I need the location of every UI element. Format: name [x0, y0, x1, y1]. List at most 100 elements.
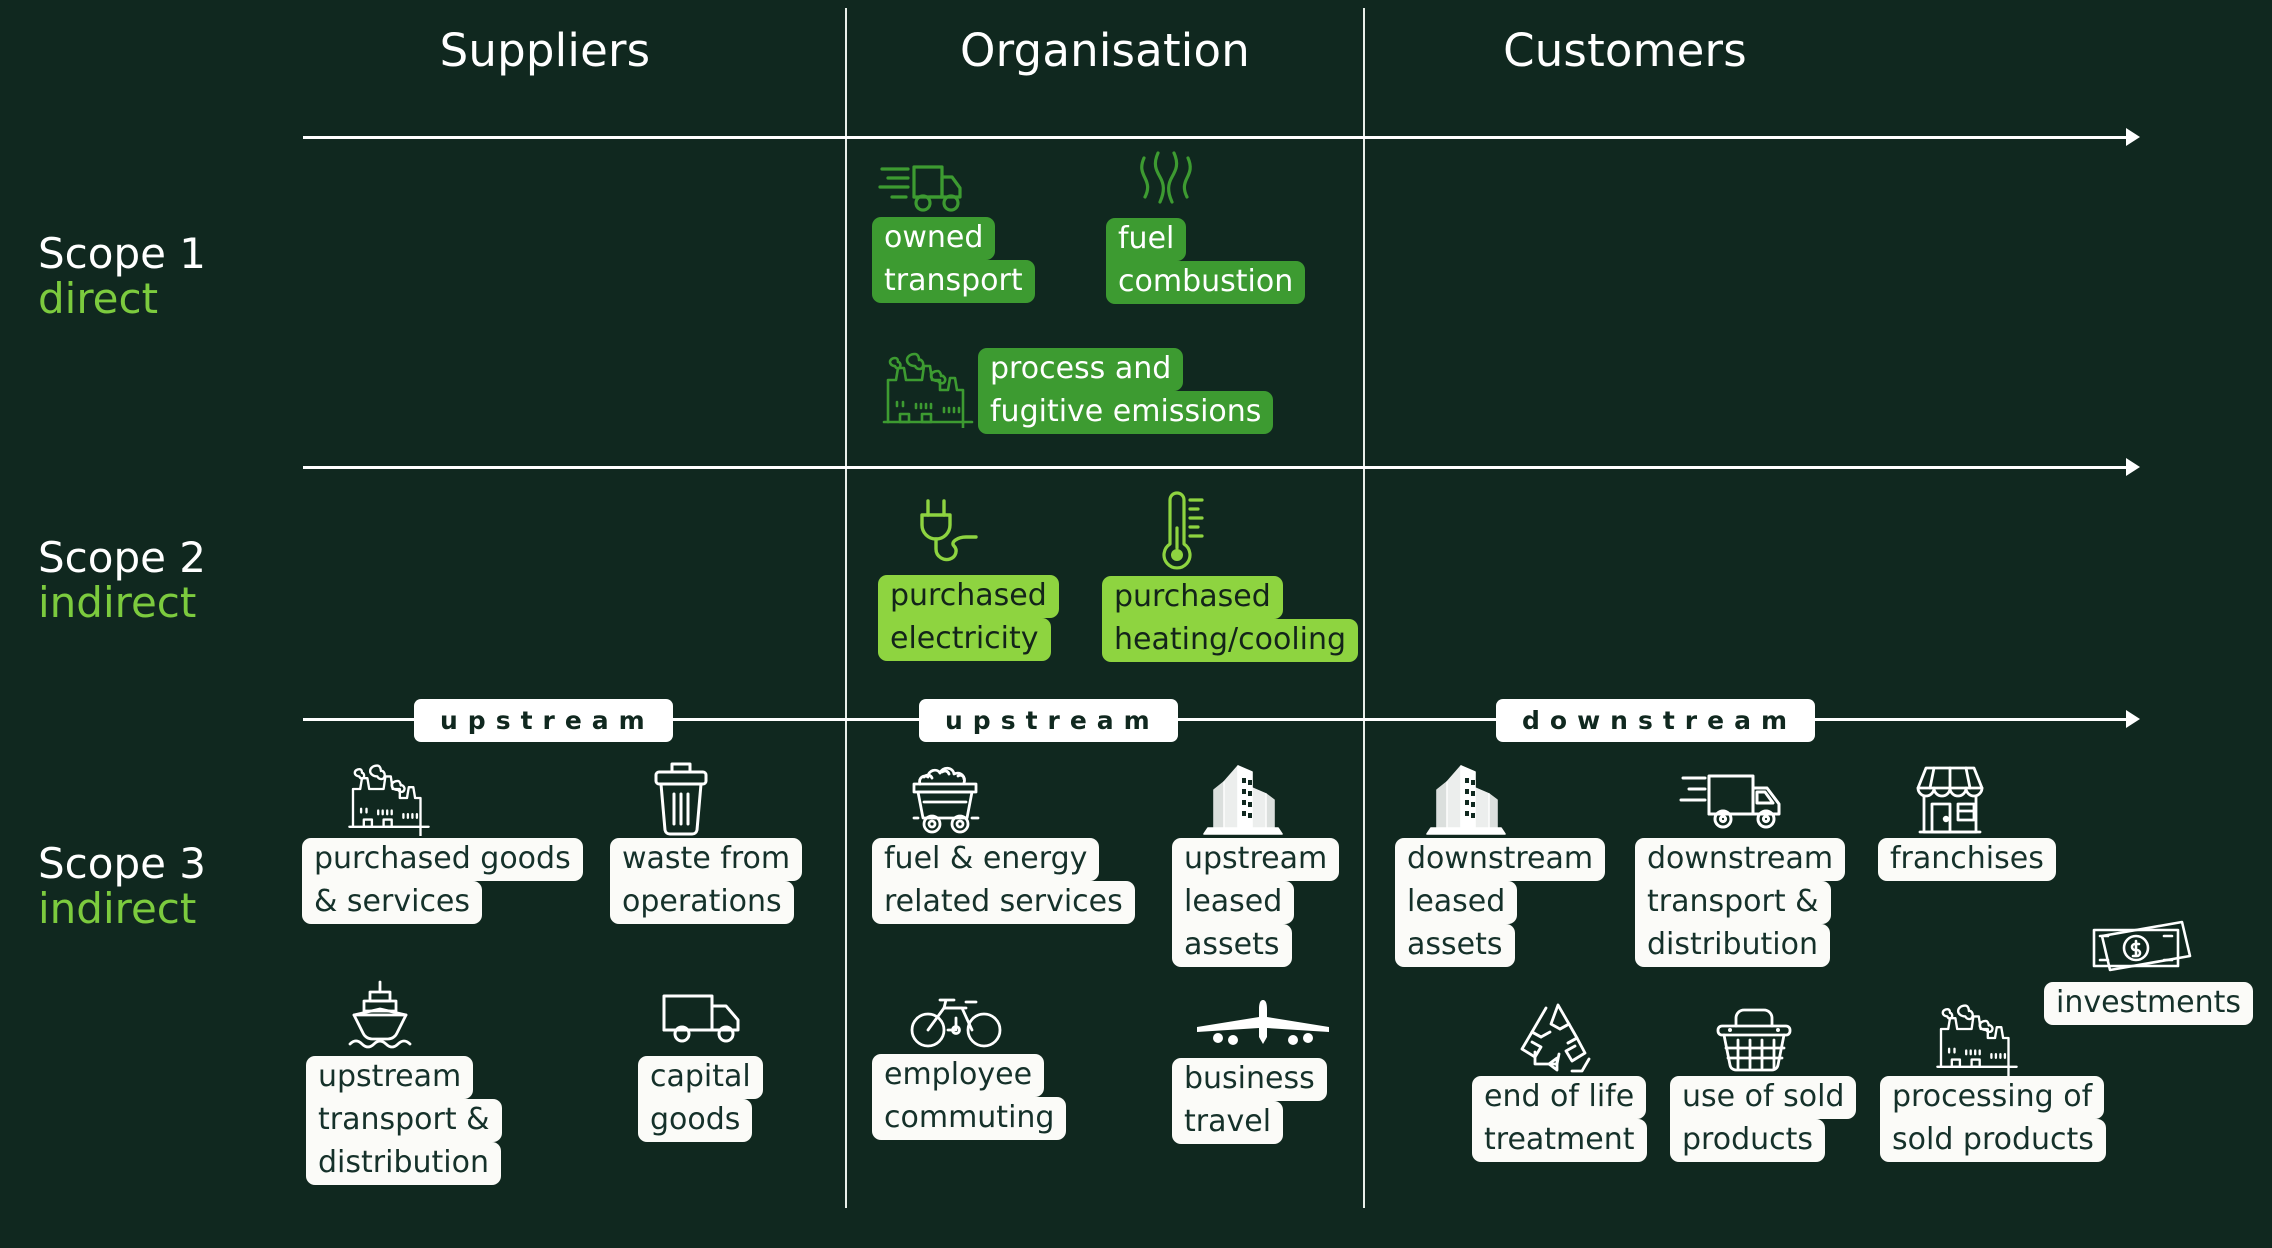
label-line: distribution [306, 1142, 501, 1186]
label-line: operations [610, 881, 794, 925]
scope-title: Scope 2 [38, 533, 207, 582]
scope-title: Scope 1 [38, 229, 207, 278]
label-investments: investments [2044, 982, 2254, 1026]
label-line: related services [872, 881, 1135, 925]
label-line: goods [638, 1099, 753, 1143]
label-line: employee [872, 1054, 1045, 1098]
label-use-of-sold-products: use of sold products [1670, 1076, 1857, 1163]
label-line: leased [1172, 881, 1295, 925]
label-line: waste from [610, 838, 803, 882]
label-purchased-heating-cooling: purchased heating/cooling [1102, 576, 1359, 663]
factory-icon [1932, 1000, 2022, 1076]
column-header-label: Suppliers [439, 24, 651, 77]
label-processing-of-sold-products: processing of sold products [1880, 1076, 2106, 1163]
scope-title: Scope 3 [38, 839, 207, 888]
column-header-organisation: Organisation [865, 24, 1345, 77]
label-waste-from-operations: waste from operations [610, 838, 803, 925]
label-line: leased [1395, 881, 1518, 925]
label-line: upstream [306, 1056, 474, 1100]
thermometer-icon [1158, 488, 1208, 574]
scope-subtitle: indirect [38, 883, 197, 933]
label-line: transport [872, 260, 1035, 304]
smoke-fumes-icon [1132, 150, 1200, 216]
label-line: use of sold [1670, 1076, 1857, 1120]
label-downstream-leased-assets: downstream leased assets [1395, 838, 1606, 968]
label-line: assets [1395, 924, 1515, 968]
arrow-head-scope2 [2126, 710, 2140, 728]
column-header-customers: Customers [1385, 24, 1865, 77]
label-line: downstream [1395, 838, 1606, 882]
label-line: combustion [1106, 261, 1306, 305]
label-line: fuel & energy [872, 838, 1100, 882]
label-line: upstream [1172, 838, 1340, 882]
label-line: investments [2044, 982, 2254, 1026]
label-line: purchased [878, 575, 1059, 619]
column-divider-organisation-customers [1363, 8, 1365, 1208]
label-line: processing of [1880, 1076, 2105, 1120]
buildings-icon [1202, 762, 1284, 836]
stream-pill-upstream-organisation: upstream [919, 699, 1178, 742]
scope-separator-scope1-scope2 [303, 466, 2126, 469]
label-upstream-leased-assets: upstream leased assets [1172, 838, 1340, 968]
column-header-label: Organisation [960, 24, 1250, 77]
label-line: transport & [306, 1099, 502, 1143]
stream-label: upstream [945, 706, 1160, 735]
label-line: process and [978, 348, 1184, 392]
label-line: products [1670, 1119, 1826, 1163]
label-line: electricity [878, 618, 1051, 662]
scope-subtitle: indirect [38, 577, 197, 627]
coal-cart-icon [906, 762, 992, 836]
delivery-truck-icon [878, 155, 968, 217]
column-header-suppliers: Suppliers [305, 24, 785, 77]
factory-icon [344, 760, 434, 836]
label-line: fuel [1106, 218, 1187, 262]
label-line: distribution [1635, 924, 1830, 968]
banknotes-icon [2090, 918, 2194, 980]
label-line: end of life [1472, 1076, 1647, 1120]
scope-row-label-scope2: Scope 2 indirect [38, 533, 207, 627]
label-franchises: franchises [1878, 838, 2056, 882]
label-line: & services [302, 881, 483, 925]
label-end-of-life-treatment: end of life treatment [1472, 1076, 1647, 1163]
label-line: purchased [1102, 576, 1283, 620]
ghg-scopes-diagram: Suppliers Organisation Customers Scope 1… [0, 0, 2272, 1248]
label-line: assets [1172, 924, 1292, 968]
stream-label: downstream [1522, 706, 1797, 735]
label-line: transport & [1635, 881, 1831, 925]
label-purchased-goods-services: purchased goods & services [302, 838, 583, 925]
column-divider-suppliers-organisation [845, 8, 847, 1208]
factory-icon [878, 352, 978, 428]
bicycle-icon [910, 990, 1002, 1050]
stream-label: upstream [440, 706, 655, 735]
trash-bin-icon [650, 760, 712, 838]
label-line: downstream [1635, 838, 1846, 882]
label-business-travel: business travel [1172, 1058, 1327, 1145]
airplane-icon [1192, 998, 1334, 1054]
label-downstream-transport-distribution: downstream transport & distribution [1635, 838, 1846, 968]
storefront-icon [1910, 762, 1990, 838]
label-fuel-combustion: fuel combustion [1106, 218, 1306, 305]
stream-pill-upstream-suppliers: upstream [414, 699, 673, 742]
label-process-fugitive-emissions: process and fugitive emissions [978, 348, 1274, 435]
scope-row-label-scope1: Scope 1 direct [38, 229, 207, 321]
power-plug-icon [914, 495, 990, 571]
box-truck-icon [658, 986, 752, 1048]
label-upstream-transport-distribution: upstream transport & distribution [306, 1056, 502, 1186]
arrow-head-top [2126, 128, 2140, 146]
label-line: purchased goods [302, 838, 583, 882]
column-header-label: Customers [1503, 24, 1747, 77]
label-line: fugitive emissions [978, 391, 1274, 435]
label-line: capital [638, 1056, 763, 1100]
stream-pill-downstream-customers: downstream [1496, 699, 1815, 742]
recycle-icon [1516, 1000, 1600, 1076]
label-employee-commuting: employee commuting [872, 1054, 1067, 1141]
label-line: commuting [872, 1097, 1067, 1141]
label-capital-goods: capital goods [638, 1056, 763, 1143]
label-line: travel [1172, 1101, 1284, 1145]
label-line: heating/cooling [1102, 619, 1359, 663]
label-owned-transport: owned transport [872, 217, 1035, 304]
label-purchased-electricity: purchased electricity [878, 575, 1059, 662]
label-line: treatment [1472, 1119, 1647, 1163]
label-line: business [1172, 1058, 1327, 1102]
scope-row-label-scope3: Scope 3 indirect [38, 839, 207, 933]
